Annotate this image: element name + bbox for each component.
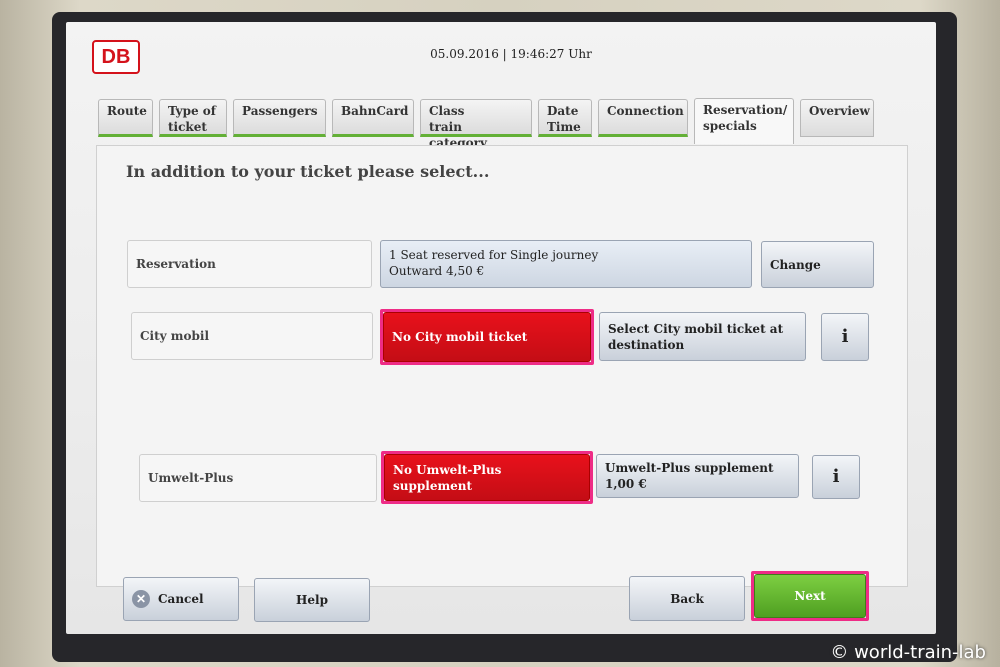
tab-bahncard[interactable]: BahnCard xyxy=(332,99,414,137)
no-umwelt-plus-label: No Umwelt-Plus supplement xyxy=(393,462,502,493)
next-button-label: Next xyxy=(794,589,826,603)
tab-overview[interactable]: Overview xyxy=(800,99,874,137)
reservation-value-line1: 1 Seat reserved for Single journey xyxy=(389,248,599,262)
page-heading: In addition to your ticket please select… xyxy=(126,162,490,181)
no-city-mobil-label: No City mobil ticket xyxy=(392,330,528,344)
tab-date-time[interactable]: Date Time xyxy=(538,99,592,137)
umwelt-plus-supplement-line2: 1,00 € xyxy=(605,477,647,491)
reservation-label: Reservation xyxy=(127,240,372,288)
help-button-label: Help xyxy=(296,593,328,607)
change-button[interactable]: Change xyxy=(761,241,874,288)
tab-label-line2: Time xyxy=(547,120,581,134)
umwelt-plus-label-text: Umwelt-Plus xyxy=(148,471,234,485)
umwelt-plus-label: Umwelt-Plus xyxy=(139,454,377,502)
tab-label: Overview xyxy=(809,104,870,118)
info-icon: i xyxy=(841,326,849,347)
change-button-label: Change xyxy=(770,257,821,272)
cancel-button[interactable]: ✕ Cancel xyxy=(123,577,239,621)
tab-label: Route xyxy=(107,104,147,118)
tab-label: Class xyxy=(429,104,465,118)
reservation-value-line2: Outward 4,50 € xyxy=(389,264,485,278)
content-panel xyxy=(96,145,908,587)
cancel-button-label: Cancel xyxy=(158,592,204,606)
umwelt-plus-supplement-line1: Umwelt-Plus supplement xyxy=(605,461,774,475)
no-umwelt-plus-button[interactable]: No Umwelt-Plus supplement xyxy=(384,454,590,501)
tab-label-line2: specials xyxy=(703,119,757,133)
tab-label-line2: ticket xyxy=(168,120,207,134)
select-city-mobil-label-line2: destination xyxy=(608,337,685,352)
tab-type-of-ticket[interactable]: Type of ticket xyxy=(159,99,227,137)
back-button-label: Back xyxy=(670,591,704,606)
next-button[interactable]: Next xyxy=(754,574,866,618)
tab-class-train-category[interactable]: Class train category xyxy=(420,99,532,150)
db-logo: DB xyxy=(92,40,140,74)
back-button[interactable]: Back xyxy=(629,576,745,621)
umwelt-plus-supplement-button[interactable]: Umwelt-Plus supplement 1,00 € xyxy=(596,454,799,498)
tab-label: Passengers xyxy=(242,104,318,118)
select-city-mobil-button[interactable]: Select City mobil ticket at destination xyxy=(599,312,806,361)
tab-route[interactable]: Route xyxy=(98,99,153,137)
no-city-mobil-button[interactable]: No City mobil ticket xyxy=(383,312,591,362)
reservation-value: 1 Seat reserved for Single journey Outwa… xyxy=(380,240,752,288)
city-mobil-label: City mobil xyxy=(131,312,373,360)
tab-label: Connection xyxy=(607,104,684,118)
tab-passengers[interactable]: Passengers xyxy=(233,99,326,137)
city-mobil-info-button[interactable]: i xyxy=(821,313,869,361)
city-mobil-label-text: City mobil xyxy=(140,329,210,343)
datetime-display: 05.09.2016 | 19:46:27 Uhr xyxy=(430,47,592,61)
tab-reservation-specials[interactable]: Reservation/ specials xyxy=(694,98,794,144)
tab-label: BahnCard xyxy=(341,104,409,118)
umwelt-plus-info-button[interactable]: i xyxy=(812,455,860,499)
reservation-label-text: Reservation xyxy=(136,257,216,271)
tab-label: Reservation/ xyxy=(703,103,788,117)
tab-connection[interactable]: Connection xyxy=(598,99,688,137)
watermark: © world-train-lab xyxy=(830,642,986,663)
select-city-mobil-label-line1: Select City mobil ticket at xyxy=(608,321,784,336)
tab-label: Type of xyxy=(168,104,216,118)
help-button[interactable]: Help xyxy=(254,578,370,622)
info-icon: i xyxy=(832,466,840,487)
close-icon: ✕ xyxy=(132,590,150,608)
tab-label: Date xyxy=(547,104,579,118)
